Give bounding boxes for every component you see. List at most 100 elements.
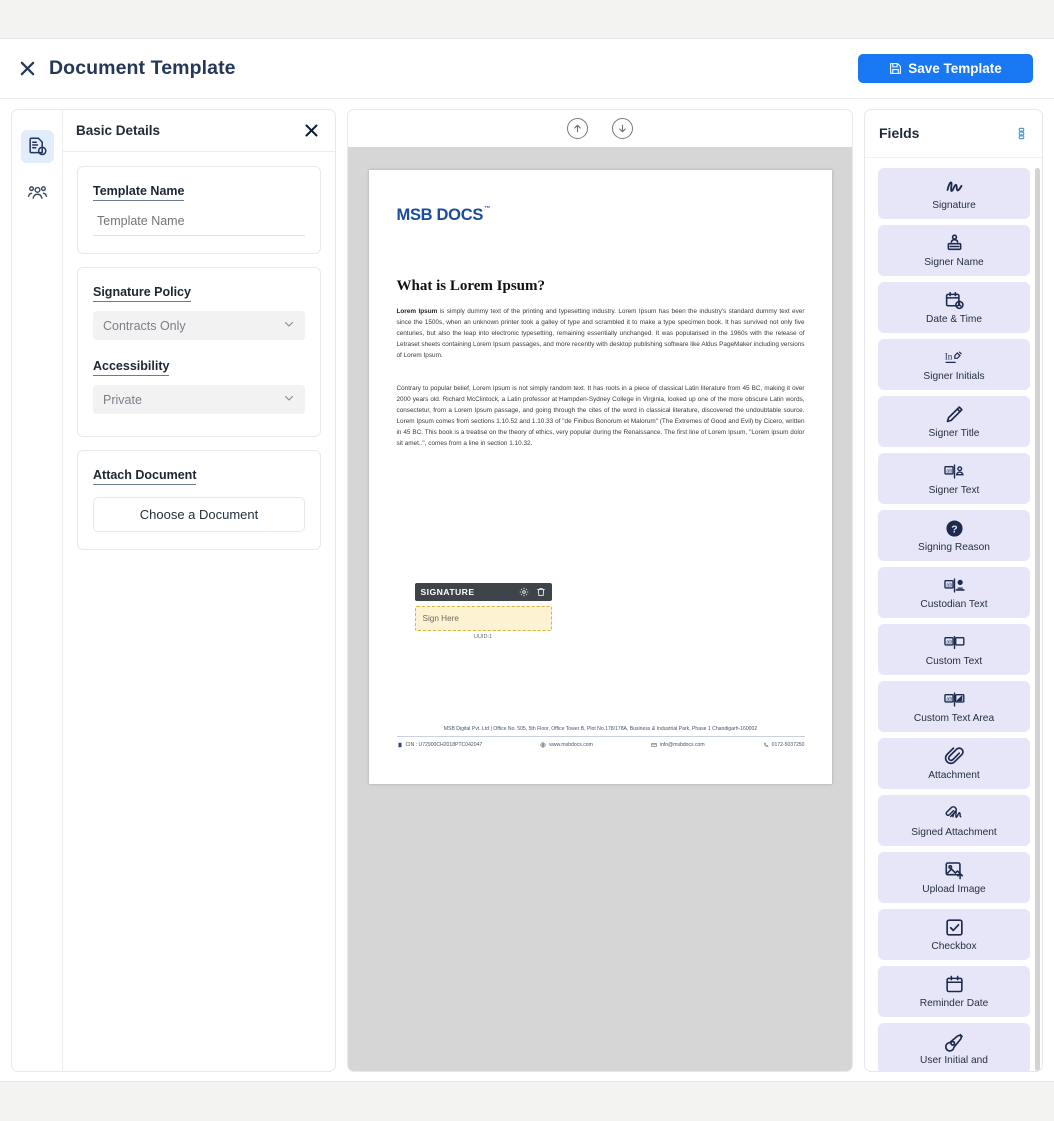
body-row: Basic Details Template Name Signature Po…	[0, 99, 1054, 1082]
basic-details-pane: Basic Details Template Name Signature Po…	[63, 110, 335, 1071]
document-footer: MSB Digital Pvt. Ltd | Office No. 505, 5…	[396, 726, 805, 748]
field-tile-date-time[interactable]: Date & Time	[878, 281, 1030, 333]
signature-policy-value: Contracts Only	[103, 318, 186, 333]
field-label: Checkbox	[931, 940, 977, 952]
document-heading: What is Lorem Ipsum?	[396, 278, 546, 294]
viewer-stage[interactable]: MSB DOCS ™ What is Lorem Ipsum? Lorem Ips…	[348, 147, 852, 1071]
app-window: Document Template Save Template Basic De…	[0, 38, 1054, 1082]
signature-scribble-icon	[944, 176, 965, 198]
trademark-mark: ™	[484, 206, 491, 212]
field-label: Custodian Text	[920, 598, 988, 610]
arrow-down-circle-icon[interactable]	[612, 118, 633, 139]
svg-text:ab: ab	[946, 469, 952, 475]
question-circle-icon: ?	[944, 518, 965, 540]
top-bar: Document Template Save Template	[0, 39, 1054, 99]
field-tile-signed-attachment[interactable]: Signed Attachment	[878, 794, 1030, 846]
field-label: Signer Title	[928, 427, 980, 439]
footer-address: MSB Digital Pvt. Ltd | Office No. 505, 5…	[396, 726, 805, 737]
chevron-down-icon	[283, 392, 295, 407]
list-stack-icon[interactable]	[1015, 127, 1028, 140]
chevron-down-icon	[283, 318, 295, 333]
rail-item-recipients[interactable]	[21, 176, 54, 209]
accessibility-select[interactable]: Private	[93, 385, 305, 414]
close-icon[interactable]	[14, 56, 40, 82]
field-tile-upload-image[interactable]: Upload Image	[878, 851, 1030, 903]
field-label: Signer Initials	[923, 370, 985, 382]
field-tile-custodian-text[interactable]: ab Custodian Text	[878, 566, 1030, 618]
field-label: Signer Text	[928, 484, 980, 496]
fields-list[interactable]: Signature Signer Name Date & Time In Sig…	[865, 158, 1042, 1071]
template-name-input[interactable]	[93, 210, 305, 236]
footer-website: www.msbdocs.com	[540, 742, 593, 748]
accessibility-value: Private	[103, 392, 142, 407]
document-paragraph-1: Lorem Ipsum is simply dummy text of the …	[397, 306, 805, 361]
svg-text:ab: ab	[946, 640, 952, 646]
page-title: Document Template	[49, 57, 236, 79]
footer-cin-text: CIN : U72900CH2018PTC042047	[405, 742, 483, 748]
fields-scrollbar[interactable]	[1035, 167, 1040, 1071]
basic-details-body: Template Name Signature Policy Contracts…	[63, 152, 335, 1071]
fields-panel-header: Fields	[865, 110, 1042, 158]
trash-icon[interactable]	[536, 587, 546, 597]
document-page[interactable]: MSB DOCS ™ What is Lorem Ipsum? Lorem Ips…	[368, 170, 832, 784]
signature-placeholder-box[interactable]: Sign Here	[414, 606, 552, 631]
field-label: Signed Attachment	[911, 826, 997, 838]
field-label: User Initial and	[920, 1054, 988, 1066]
left-panel: Basic Details Template Name Signature Po…	[11, 109, 336, 1072]
field-tile-signer-initials[interactable]: In Signer Initials	[878, 338, 1030, 390]
footer-phone: 0172-5037250	[763, 742, 805, 748]
save-template-button[interactable]: Save Template	[858, 54, 1033, 83]
fields-panel-title: Fields	[879, 125, 920, 142]
basic-details-header: Basic Details	[63, 110, 335, 152]
field-label: Upload Image	[922, 883, 986, 895]
signature-field-actions	[519, 587, 546, 597]
msb-docs-logo-text: MSB DOCS	[396, 206, 484, 224]
field-tile-checkbox[interactable]: Checkbox	[878, 908, 1030, 960]
signature-policy-select[interactable]: Contracts Only	[93, 311, 305, 340]
field-tile-signature[interactable]: Signature	[878, 167, 1030, 219]
paragraph-1-body: is simply dummy text of the printing and…	[396, 308, 805, 360]
svg-text:ab: ab	[946, 583, 952, 589]
viewer-toolbar	[348, 110, 852, 147]
footer-website-text: www.msbdocs.com	[549, 742, 593, 748]
field-tile-signer-text[interactable]: ab Signer Text	[878, 452, 1030, 504]
arrow-up-circle-icon[interactable]	[567, 118, 588, 139]
footer-email-text: info@msbdocs.com	[659, 742, 705, 748]
building-icon	[397, 742, 403, 748]
field-label: Custom Text	[925, 655, 983, 667]
checkbox-icon	[944, 917, 965, 939]
svg-text:ab: ab	[946, 697, 952, 703]
text-person-icon: ab	[943, 461, 965, 483]
close-panel-icon[interactable]	[304, 123, 319, 138]
gear-icon[interactable]	[519, 587, 529, 597]
field-tile-user-initial-and[interactable]: User Initial and	[878, 1022, 1030, 1071]
fountain-pen-icon	[944, 1031, 965, 1053]
paperclip-icon	[944, 746, 965, 768]
signature-field-widget[interactable]: SIGNATURE Sign Here UUID:1	[414, 583, 552, 640]
signer-name-icon	[944, 233, 965, 255]
calendar-icon	[944, 974, 965, 996]
footer-phone-text: 0172-5037250	[771, 742, 805, 748]
recipients-group-icon	[27, 182, 48, 203]
policy-card: Signature Policy Contracts Only Accessib…	[77, 267, 321, 437]
fields-panel: Fields Signature Signer Name Date & Time…	[864, 109, 1043, 1072]
text-area-icon: ab	[943, 689, 965, 711]
template-name-label: Template Name	[93, 184, 185, 201]
field-label: Signing Reason	[918, 541, 990, 553]
field-tile-custom-text-area[interactable]: ab Custom Text Area	[878, 680, 1030, 732]
field-tile-signing-reason[interactable]: ? Signing Reason	[878, 509, 1030, 561]
field-tile-signer-title[interactable]: Signer Title	[878, 395, 1030, 447]
signature-uuid: UUID:1	[473, 634, 493, 640]
paragraph-1-lead: Lorem Ipsum	[396, 308, 438, 315]
field-tile-signer-name[interactable]: Signer Name	[878, 224, 1030, 276]
accessibility-label: Accessibility	[93, 359, 170, 376]
choose-a-document-button[interactable]: Choose a Document	[93, 497, 305, 532]
calendar-clock-icon	[944, 290, 965, 312]
field-label: Custom Text Area	[913, 712, 995, 724]
field-tile-attachment[interactable]: Attachment	[878, 737, 1030, 789]
field-label: Attachment	[928, 769, 980, 781]
attach-document-card: Attach Document Choose a Document	[77, 450, 321, 550]
rail-item-basic-details[interactable]	[20, 130, 54, 163]
field-tile-reminder-date[interactable]: Reminder Date	[878, 965, 1030, 1017]
field-tile-custom-text[interactable]: ab Custom Text	[878, 623, 1030, 675]
